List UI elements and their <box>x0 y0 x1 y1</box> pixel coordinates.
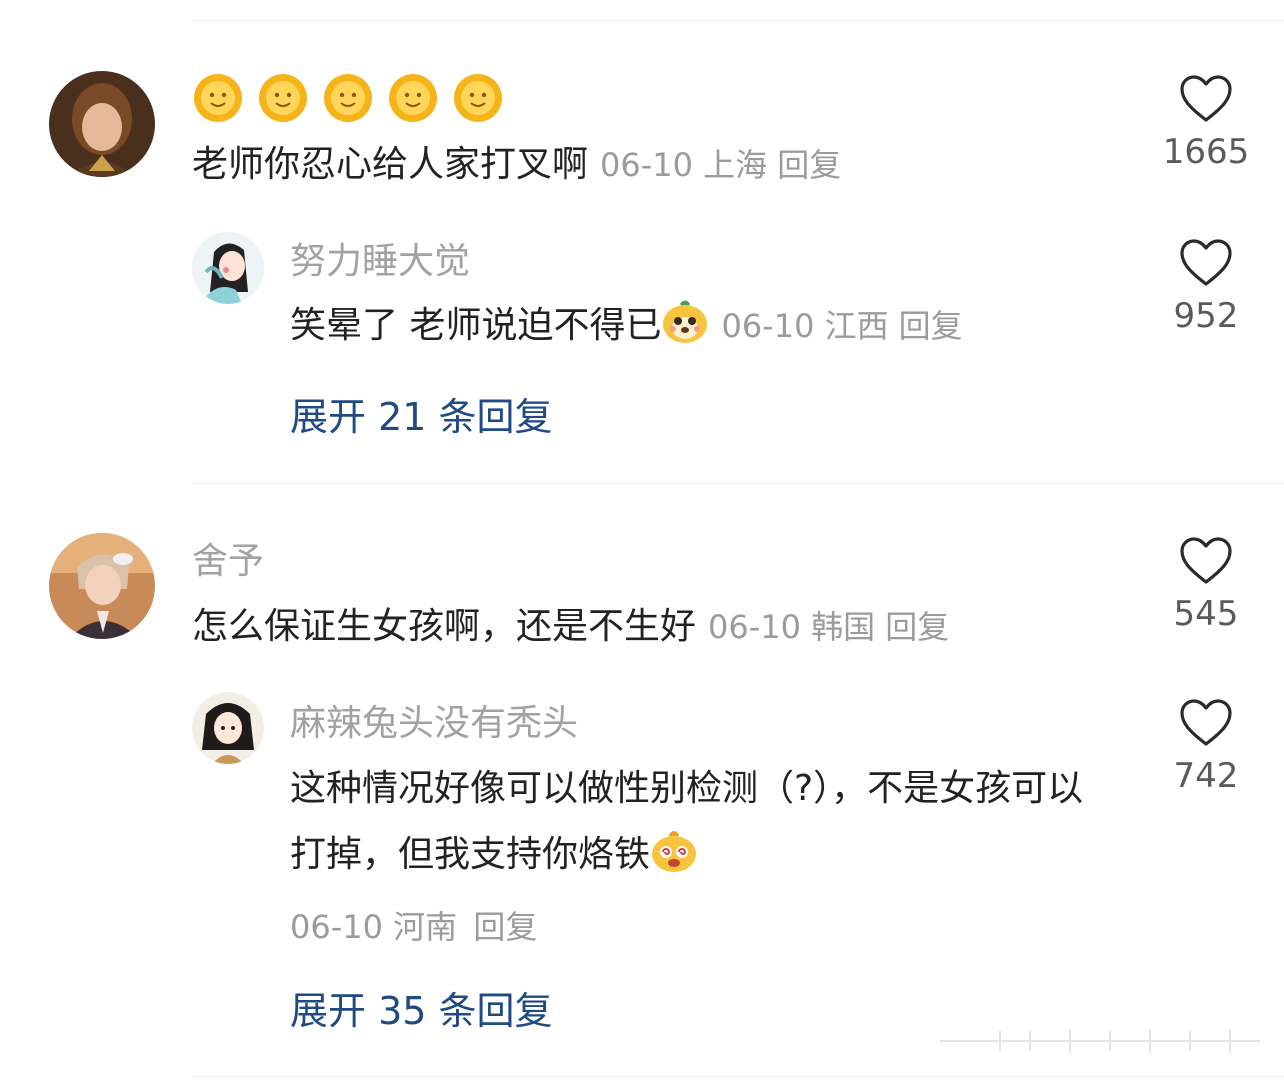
heart-icon <box>1180 75 1232 122</box>
dizzy-face-icon <box>652 831 697 872</box>
dog-face-icon <box>663 300 708 343</box>
sun-face-icon <box>389 74 438 122</box>
sun-face-icon <box>324 74 373 122</box>
watermark-icon <box>940 1029 1260 1053</box>
comment-meta: 06-10 韩国 回复 <box>708 608 949 646</box>
reply-text: 笑晕了 老师说迫不得已 06-10 江西 回复 <box>290 293 963 359</box>
like-button[interactable]: 545 <box>1146 536 1266 634</box>
reply-avatar[interactable] <box>192 692 264 764</box>
avatar[interactable] <box>49 71 155 177</box>
reply-body: 笑晕了 老师说迫不得已 <box>290 305 662 346</box>
sun-face-icon <box>454 74 503 122</box>
reply-username[interactable]: 麻辣兔头没有秃头 <box>290 702 578 746</box>
like-count: 1665 <box>1162 132 1250 172</box>
like-button[interactable]: 1665 <box>1146 74 1266 172</box>
like-button[interactable]: 742 <box>1146 698 1266 796</box>
comment-meta: 06-10 上海 回复 <box>600 146 841 184</box>
like-count: 545 <box>1173 594 1239 634</box>
heart-icon <box>1180 699 1232 746</box>
sun-face-icon <box>259 74 308 122</box>
comment-text: 怎么保证生女孩啊，还是不生好 06-10 韩国 回复 <box>192 594 949 660</box>
like-count: 952 <box>1173 296 1239 336</box>
emoji-row <box>192 72 512 128</box>
expand-replies-link[interactable]: 展开 35 条回复 <box>290 980 553 1035</box>
reply-location: 河南 <box>393 908 458 946</box>
comment-location: 上海 <box>703 146 768 184</box>
avatar[interactable] <box>49 533 155 639</box>
bottom-divider <box>192 1076 1284 1077</box>
expand-replies-link[interactable]: 展开 21 条回复 <box>290 386 553 441</box>
reply-location: 江西 <box>824 307 889 345</box>
reply-text: 这种情况好像可以做性别检测（?），不是女孩可以打掉，但我支持你烙铁 <box>290 756 1110 888</box>
comment-body: 怎么保证生女孩啊，还是不生好 <box>192 606 697 647</box>
heart-icon <box>1180 537 1232 584</box>
reply-avatar[interactable] <box>192 232 264 304</box>
comment-divider <box>192 483 1284 484</box>
comment-body: 老师你忍心给人家打叉啊 <box>192 144 589 185</box>
comment-text: 老师你忍心给人家打叉啊 06-10 上海 回复 <box>192 132 841 198</box>
heart-icon <box>1180 239 1232 286</box>
reply-meta: 06-10 河南 回复 <box>290 902 537 948</box>
reply-username[interactable]: 努力睡大觉 <box>290 240 470 284</box>
top-divider <box>192 20 1284 21</box>
reply-date: 06-10 <box>290 908 383 946</box>
like-button[interactable]: 952 <box>1146 238 1266 336</box>
reply-meta: 06-10 江西 回复 <box>721 307 962 345</box>
sun-face-icon <box>194 74 242 122</box>
comment-username[interactable]: 舍予 <box>192 540 264 584</box>
reply-button[interactable]: 回复 <box>777 146 841 184</box>
comment-date: 06-10 <box>708 608 801 646</box>
comment-date: 06-10 <box>600 146 693 184</box>
like-count: 742 <box>1173 756 1239 796</box>
reply-date: 06-10 <box>721 307 815 345</box>
reply-button[interactable]: 回复 <box>473 908 537 946</box>
comment-location: 韩国 <box>811 608 876 646</box>
reply-button[interactable]: 回复 <box>885 608 949 646</box>
reply-button[interactable]: 回复 <box>899 307 963 345</box>
